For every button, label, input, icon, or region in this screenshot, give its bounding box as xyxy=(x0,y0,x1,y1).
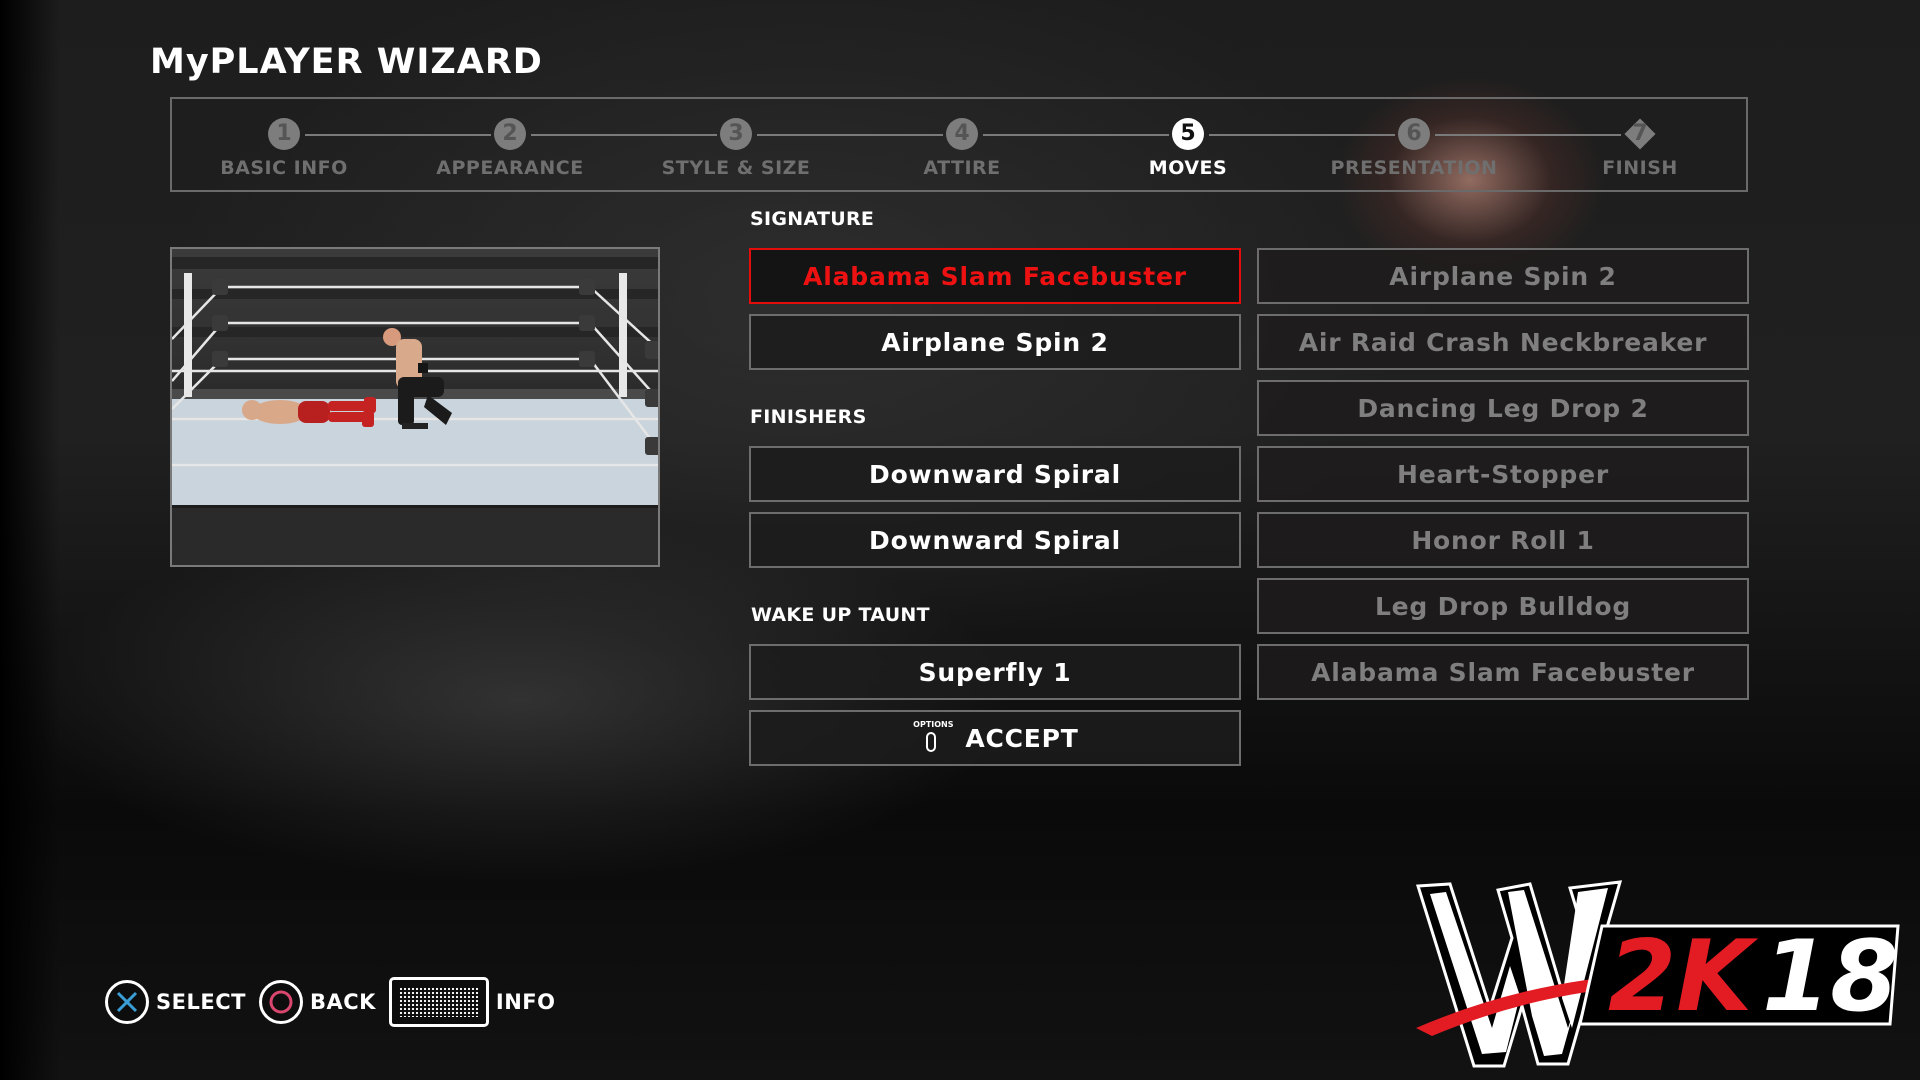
signature-move-slot-2[interactable]: Airplane Spin 2 xyxy=(749,314,1241,370)
move-option[interactable]: Alabama Slam Facebuster xyxy=(1257,644,1749,700)
step-number-icon: 1 xyxy=(268,118,300,150)
step-label: MOVES xyxy=(1148,157,1228,179)
move-option[interactable]: Airplane Spin 2 xyxy=(1257,248,1749,304)
accept-button[interactable]: OPTIONS ACCEPT xyxy=(749,710,1241,766)
wrestling-ring-preview-image xyxy=(172,249,658,565)
step-number-icon: 3 xyxy=(720,118,752,150)
button-prompts: SELECT BACK INFO xyxy=(105,977,568,1027)
finisher-move-slot-2[interactable]: Downward Spiral xyxy=(749,512,1241,568)
step-label: BASIC INFO xyxy=(220,157,348,179)
select-prompt-label[interactable]: SELECT xyxy=(156,990,246,1014)
step-connector xyxy=(531,134,717,136)
move-option[interactable]: Honor Roll 1 xyxy=(1257,512,1749,568)
wizard-stepper: 1 BASIC INFO 2 APPEARANCE 3 STYLE & SIZE… xyxy=(170,97,1748,192)
move-option[interactable]: Dancing Leg Drop 2 xyxy=(1257,380,1749,436)
move-option[interactable]: Leg Drop Bulldog xyxy=(1257,578,1749,634)
page-title: MyPLAYER WIZARD xyxy=(150,42,543,82)
step-diamond-icon: 7 xyxy=(1624,118,1656,150)
move-option[interactable]: Air Raid Crash Neckbreaker xyxy=(1257,314,1749,370)
move-preview xyxy=(170,247,660,567)
step-number-icon: 6 xyxy=(1398,118,1430,150)
options-button-icon: OPTIONS xyxy=(911,718,954,758)
background-vignette xyxy=(0,0,60,1080)
wake-up-taunt-slot[interactable]: Superfly 1 xyxy=(749,644,1241,700)
finishers-section-label: FINISHERS xyxy=(750,406,867,428)
step-number-icon: 2 xyxy=(494,118,526,150)
step-connector xyxy=(757,134,943,136)
cross-button-icon[interactable] xyxy=(105,980,149,1024)
move-option[interactable]: Heart-Stopper xyxy=(1257,446,1749,502)
finisher-move-slot-1[interactable]: Downward Spiral xyxy=(749,446,1241,502)
step-label: STYLE & SIZE xyxy=(661,157,811,179)
step-number-icon: 5 xyxy=(1172,118,1204,150)
svg-text:18: 18 xyxy=(1762,920,1898,1034)
info-prompt-label[interactable]: INFO xyxy=(496,990,556,1014)
step-label: ATTIRE xyxy=(923,157,1001,179)
step-label: APPEARANCE xyxy=(436,157,584,179)
wwe-2k18-logo: 2K 18 xyxy=(1412,878,1904,1074)
step-connector xyxy=(983,134,1169,136)
signature-section-label: SIGNATURE xyxy=(750,208,875,230)
signature-move-slot-1[interactable]: Alabama Slam Facebuster xyxy=(749,248,1241,304)
step-connector xyxy=(1209,134,1395,136)
back-prompt-label[interactable]: BACK xyxy=(310,990,376,1014)
wake-up-taunt-section-label: WAKE UP TAUNT xyxy=(751,604,930,626)
step-number-icon: 4 xyxy=(946,118,978,150)
step-label: PRESENTATION xyxy=(1330,157,1498,179)
touchpad-icon[interactable] xyxy=(388,977,489,1027)
step-connector xyxy=(1435,134,1621,136)
step-connector xyxy=(305,134,491,136)
svg-text:2K: 2K xyxy=(1608,920,1759,1034)
accept-label: ACCEPT xyxy=(965,723,1079,753)
circle-button-icon[interactable] xyxy=(258,980,303,1024)
step-label: FINISH xyxy=(1602,157,1678,179)
